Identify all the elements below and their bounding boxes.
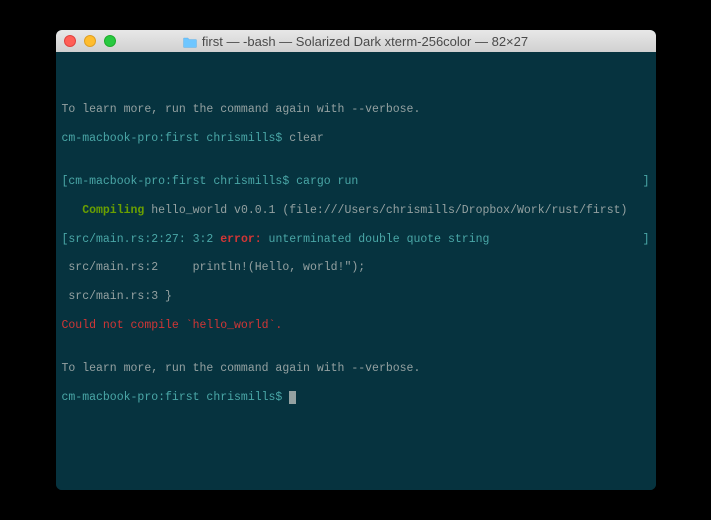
- bracket-right: ]: [643, 175, 650, 189]
- output-line: To learn more, run the command again wit…: [62, 103, 650, 117]
- prompt-host: cm-macbook-pro:first chrismills$: [62, 132, 290, 145]
- source-line: src/main.rs:3 }: [62, 290, 650, 304]
- error-loc: [src/main.rs:2:27: 3:2: [62, 233, 221, 246]
- output-line: [cm-macbook-pro:first chrismills$ cargo …: [62, 175, 650, 189]
- prompt-line: cm-macbook-pro:first chrismills$ clear: [62, 132, 650, 146]
- output-line: [62, 74, 650, 88]
- error-msg: unterminated double quote string: [262, 233, 490, 246]
- fail-line: Could not compile `hello_world`.: [62, 319, 650, 333]
- cursor: [289, 391, 296, 404]
- minimize-icon[interactable]: [84, 35, 96, 47]
- compiling-label: Compiling: [62, 204, 145, 217]
- prompt-cmd: clear: [289, 132, 324, 145]
- window-title: first — -bash — Solarized Dark xterm-256…: [56, 34, 656, 49]
- source-line: src/main.rs:2 println!(Hello, world!");: [62, 261, 650, 275]
- terminal-window: first — -bash — Solarized Dark xterm-256…: [56, 30, 656, 490]
- prompt-line: cm-macbook-pro:first chrismills$: [62, 391, 650, 405]
- compiling-text: hello_world v0.0.1 (file:///Users/chrism…: [144, 204, 627, 217]
- error-line: [src/main.rs:2:27: 3:2 error: unterminat…: [62, 233, 650, 247]
- prompt-host: cm-macbook-pro:first chrismills$: [62, 391, 290, 404]
- titlebar[interactable]: first — -bash — Solarized Dark xterm-256…: [56, 30, 656, 52]
- output-line: Compiling hello_world v0.0.1 (file:///Us…: [62, 204, 650, 218]
- bracket-left: [cm-macbook-pro:first chrismills$ cargo …: [62, 175, 359, 189]
- window-title-text: first — -bash — Solarized Dark xterm-256…: [202, 34, 528, 49]
- error-label: error:: [220, 233, 261, 246]
- bracket-right: ]: [643, 233, 650, 247]
- close-icon[interactable]: [64, 35, 76, 47]
- traffic-lights: [64, 35, 116, 47]
- terminal-body[interactable]: To learn more, run the command again wit…: [56, 52, 656, 490]
- folder-icon: [183, 36, 197, 47]
- output-line: To learn more, run the command again wit…: [62, 362, 650, 376]
- maximize-icon[interactable]: [104, 35, 116, 47]
